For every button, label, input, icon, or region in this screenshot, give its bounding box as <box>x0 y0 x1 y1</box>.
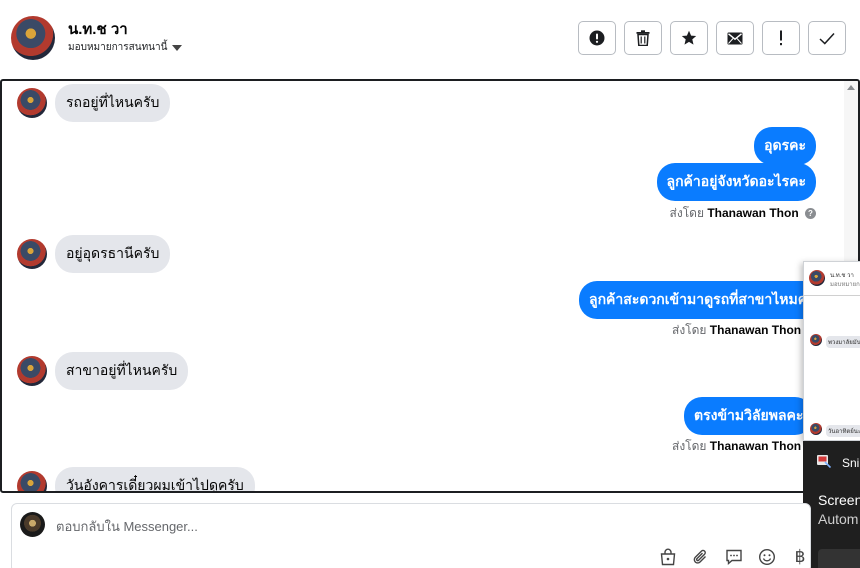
thumbnail-avatar <box>810 423 822 435</box>
thumbnail-message: วันอาทิตย์นะ <box>826 425 860 437</box>
shop-bag-button[interactable] <box>658 547 678 567</box>
alert-button[interactable] <box>578 21 616 55</box>
caret-down-icon <box>172 44 183 51</box>
sent-by-prefix: ส่งโดย <box>672 323 707 337</box>
saved-replies-button[interactable] <box>724 547 744 567</box>
thumbnail-message: พวงมาลัยมัน <box>826 336 860 348</box>
thumbnail-avatar <box>809 270 825 286</box>
thumbnail-subtitle: มอบหมายการส <box>830 282 860 288</box>
sent-by-prefix: ส่งโดย <box>672 439 707 453</box>
message-thread[interactable]: รถอยู่ที่ไหนครับ อุดรคะ ลูกค้าอยู่จังหวั… <box>0 79 860 493</box>
conversation-header: น.ท.ช วา มอบหมายการสนทนานี้ <box>0 0 860 78</box>
baht-icon: ฿ <box>794 547 806 566</box>
alert-circle-icon <box>589 30 605 46</box>
contact-avatar[interactable] <box>17 239 47 269</box>
outgoing-message-bubble[interactable]: อุดรคะ <box>754 127 816 165</box>
snip-subtitle: Autom <box>818 511 859 527</box>
attach-file-button[interactable] <box>691 547 711 567</box>
envelope-icon <box>727 32 743 44</box>
star-icon <box>681 30 697 45</box>
snipping-tool-notification[interactable]: Sni Screen Autom <box>803 441 860 568</box>
incoming-message: รถอยู่ที่ไหนครับ <box>17 84 171 122</box>
contact-avatar[interactable] <box>17 471 47 491</box>
message-bubble[interactable]: อยู่อุดรธานีครับ <box>55 235 171 273</box>
snip-action-button[interactable] <box>818 549 860 568</box>
contact-name[interactable]: น.ท.ช วา <box>68 17 128 41</box>
conversation-preview-thumbnail[interactable]: น.ท.ช วา มอบหมายการส พวงมาลัยมัน วันอาทิ… <box>803 261 860 441</box>
incoming-message: สาขาอยู่ที่ไหนครับ <box>17 352 189 390</box>
sender-name: Thanawan Thon <box>707 206 799 220</box>
composer-toolbar: ฿ <box>658 547 810 567</box>
reply-composer: ฿ <box>11 503 811 568</box>
message-bubble[interactable]: สาขาอยู่ที่ไหนครับ <box>55 352 189 390</box>
help-icon[interactable]: ? <box>805 208 816 220</box>
delete-button[interactable] <box>624 21 662 55</box>
trash-icon <box>636 30 650 46</box>
sent-by-label: ส่งโดย Thanawan Thon <box>672 437 801 456</box>
incoming-message: วันอังคารเดี๋ยวผมเข้าไปดูครับ <box>17 467 255 491</box>
chat-bubble-icon <box>726 549 742 566</box>
payment-button[interactable]: ฿ <box>790 547 810 567</box>
sent-by-label: ส่งโดย Thanawan Thon <box>672 321 801 340</box>
outgoing-message-bubble[interactable]: ลูกค้าอยู่จังหวัดอะไรคะ <box>656 163 816 201</box>
snip-title: Screen <box>818 492 860 508</box>
page-avatar <box>20 512 45 537</box>
outgoing-message-bubble[interactable]: ลูกค้าสะดวกเข้ามาดูรถที่สาขาไหมคะ <box>579 281 825 319</box>
snipping-tool-icon <box>817 455 831 468</box>
message-bubble[interactable]: รถอยู่ที่ไหนครับ <box>55 84 171 122</box>
shopping-bag-icon <box>660 548 676 566</box>
outgoing-message-bubble[interactable]: ตรงข้ามวิลัยพลคะ <box>684 397 814 435</box>
contact-avatar[interactable] <box>17 88 47 118</box>
paperclip-icon <box>693 549 706 564</box>
conversation-toolbar <box>578 21 846 55</box>
emoji-button[interactable] <box>757 547 777 567</box>
thumbnail-avatar <box>810 334 822 346</box>
sender-name: Thanawan Thon <box>709 439 802 453</box>
star-button[interactable] <box>670 21 708 55</box>
exclamation-icon <box>780 30 782 46</box>
smiley-icon <box>758 548 776 566</box>
contact-avatar[interactable] <box>17 356 47 386</box>
contact-avatar[interactable] <box>11 16 55 60</box>
email-button[interactable] <box>716 21 754 55</box>
mark-done-button[interactable] <box>808 21 846 55</box>
assign-conversation-dropdown[interactable]: มอบหมายการสนทนานี้ <box>68 40 183 55</box>
incoming-message: อยู่อุดรธานีครับ <box>17 235 171 273</box>
check-icon <box>819 32 835 45</box>
divider <box>804 295 860 296</box>
scroll-up-arrow-icon[interactable] <box>847 85 855 90</box>
sender-name: Thanawan Thon <box>709 323 802 337</box>
assign-label: มอบหมายการสนทนานี้ <box>68 42 168 53</box>
sent-by-label: ส่งโดย Thanawan Thon ? <box>670 204 816 223</box>
mark-important-button[interactable] <box>762 21 800 55</box>
message-bubble[interactable]: วันอังคารเดี๋ยวผมเข้าไปดูครับ <box>55 467 255 491</box>
sent-by-prefix: ส่งโดย <box>669 206 704 220</box>
reply-input[interactable] <box>56 516 736 536</box>
snip-app-name: Sni <box>842 456 860 470</box>
